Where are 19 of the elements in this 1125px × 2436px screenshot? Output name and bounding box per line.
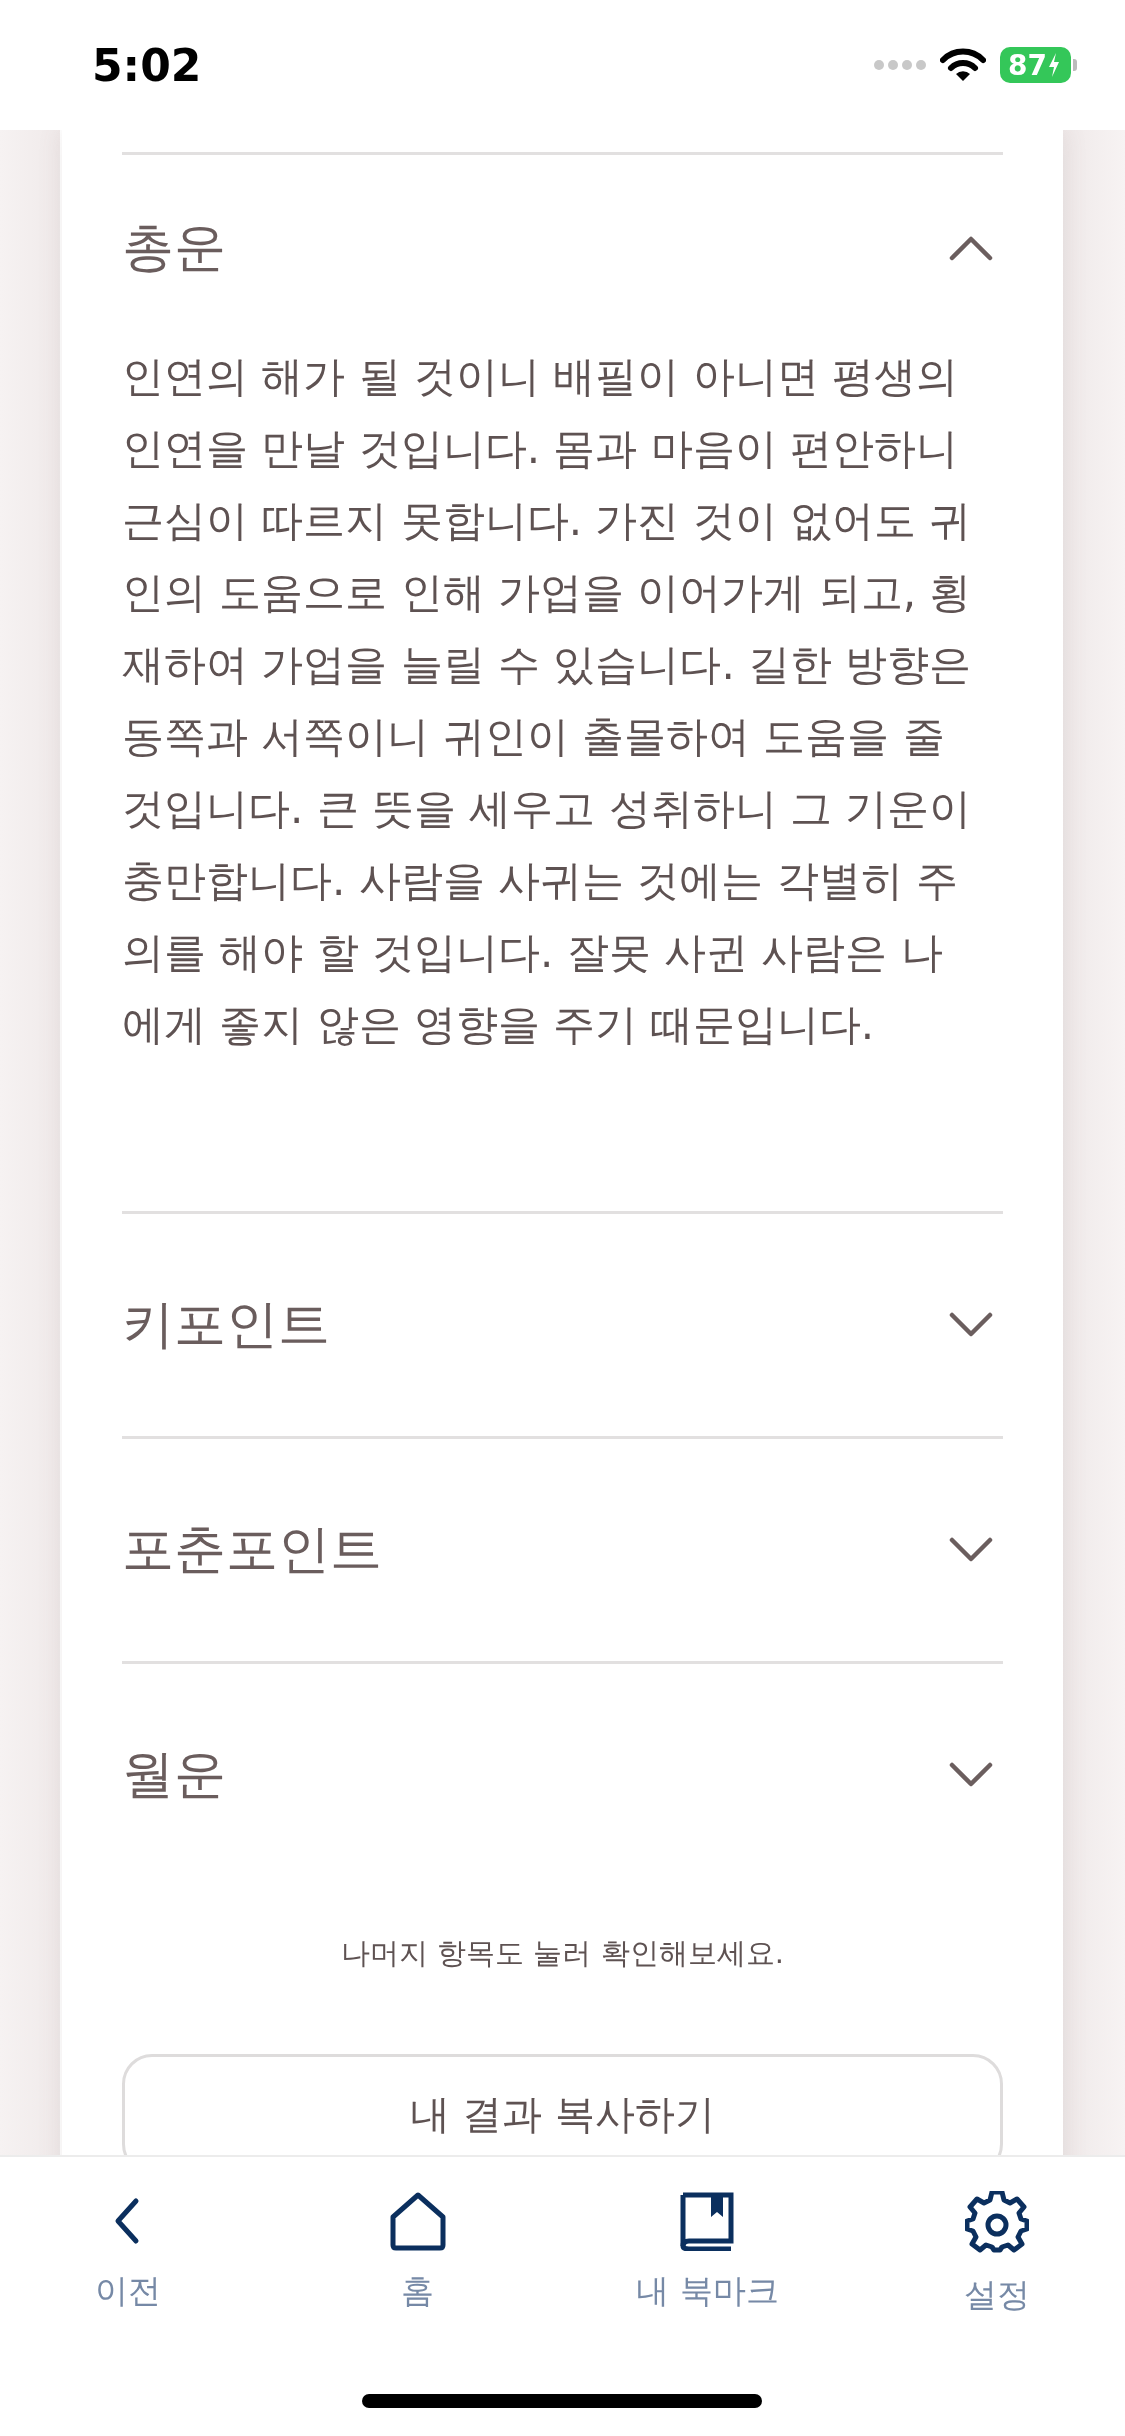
chevron-up-icon — [949, 235, 993, 261]
signal-icon — [874, 58, 927, 72]
accordion-header[interactable]: 포춘포인트 — [122, 1439, 1003, 1661]
settings-icon — [964, 2191, 1029, 2255]
status-time: 5:02 — [92, 39, 202, 91]
tab-item[interactable]: 홈 — [317, 2191, 518, 2314]
tab-item[interactable]: 설정 — [896, 2191, 1097, 2318]
chevron-down-icon — [949, 1312, 993, 1338]
hint-text: 나머지 항목도 눌러 확인해보세요. — [340, 1935, 785, 1972]
tab-item[interactable]: 이전 — [28, 2191, 228, 2314]
accordion-header[interactable]: 키포인트 — [122, 1214, 1003, 1436]
wifi-icon — [940, 48, 987, 82]
tab-item[interactable]: 내 북마크 — [607, 2191, 808, 2314]
accordion-header[interactable]: 월운 — [122, 1664, 1003, 1886]
copy-button[interactable]: 내 결과 복사하기 — [122, 2054, 1003, 2155]
chevron-down-icon — [949, 1537, 993, 1563]
accordion-header[interactable]: 총운 — [122, 155, 1003, 341]
chevron-down-icon — [949, 1762, 993, 1788]
fortune-text: 인연의 해가 될 것이니 배필이 아니면 평생의 인연을 만날 것입니다. 몸과 마음이 편안하니 근심이 따르지 못합니다. 가진 것이 없어도 귀인의 도움으로 인해 가업을 이어가게 되고, 횡재하여 가업을 늘릴 수 있습니다. 길한 방향은 동쪽과 서쪽이니 귀인이 출몰하여 도움을 줄 것입니다. 큰 뜻을 세우고 성취하니 그 기운이 충만합니다. 사람을 사귀는 것에는 각별히 주의를 해야 할 것입니다. 잘못 사귄 사람은 나에게 좋지 않은 영향을 주기 때문입니다. — [122, 351, 973, 1051]
